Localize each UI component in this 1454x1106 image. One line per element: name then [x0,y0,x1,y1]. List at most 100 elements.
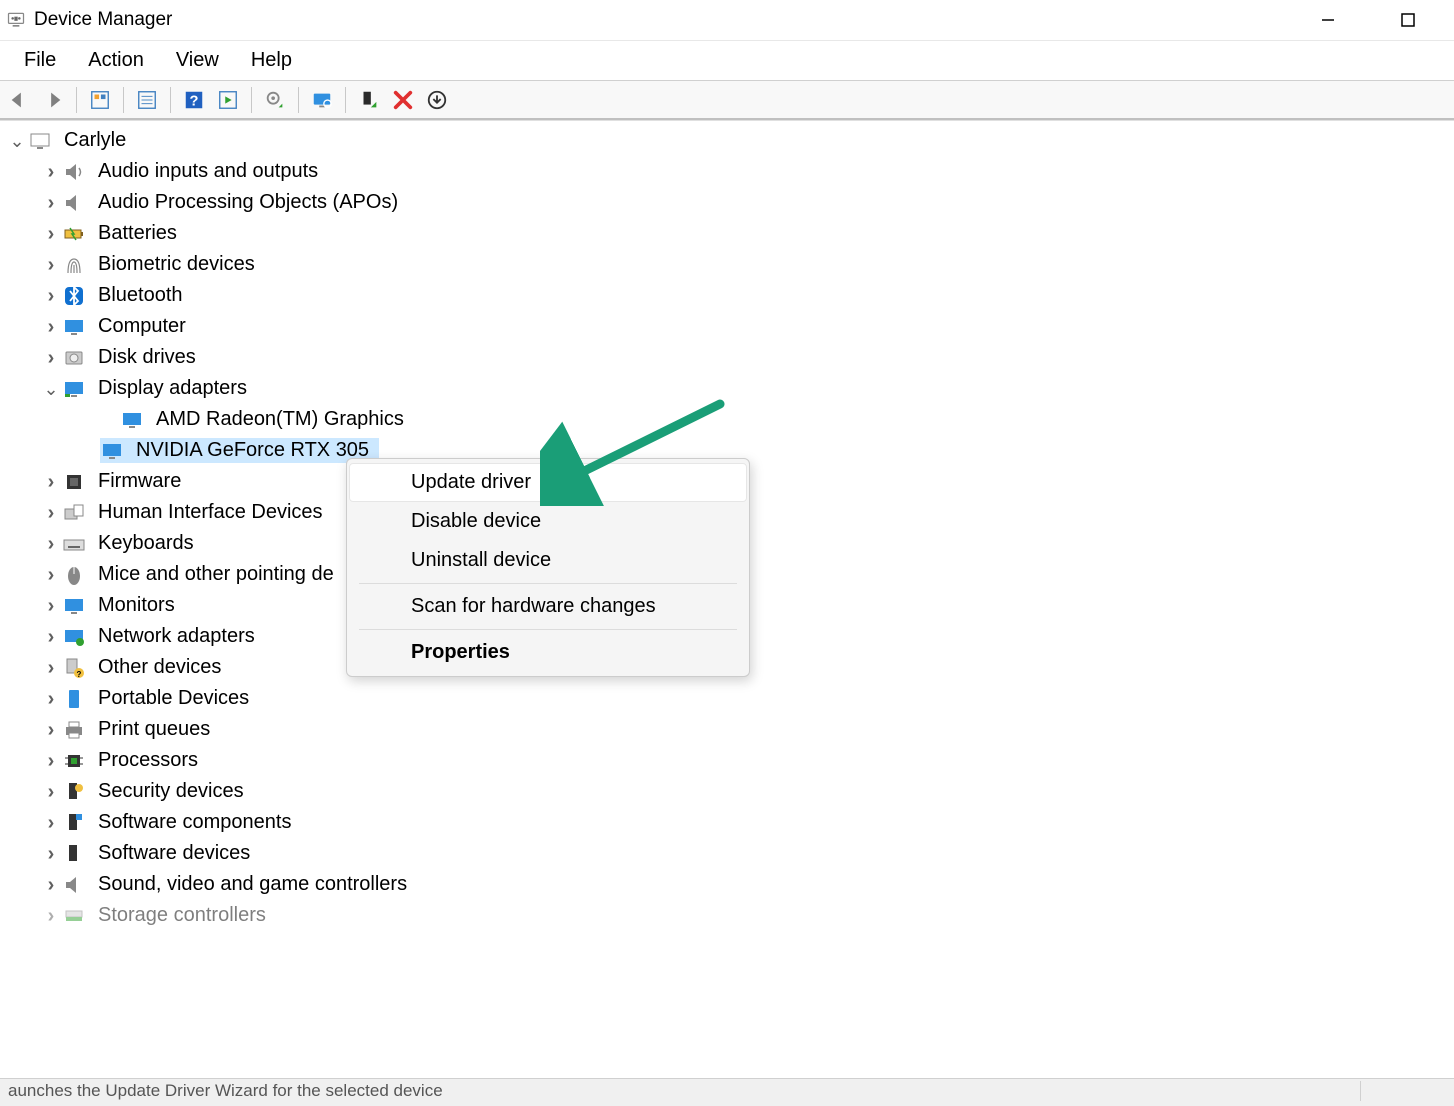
expand-icon[interactable] [42,659,60,677]
expand-icon[interactable] [42,318,60,336]
monitor-icon [62,315,86,339]
tree-item-security-devices[interactable]: Security devices [2,776,1452,807]
speaker-icon [62,160,86,184]
computer-icon [28,129,52,153]
toolbar-properties-button[interactable] [132,85,162,115]
context-update-driver[interactable]: Update driver [349,463,747,502]
storage-icon [62,904,86,928]
tree-root[interactable]: Carlyle [2,125,1452,156]
keyboard-icon [62,532,86,556]
tree-item-biometric[interactable]: Biometric devices [2,249,1452,280]
status-text: aunches the Update Driver Wizard for the… [8,1081,443,1100]
toolbar-separator [251,87,252,113]
bluetooth-icon [62,284,86,308]
toolbar-update-driver-button[interactable] [260,85,290,115]
context-properties[interactable]: Properties [349,633,747,672]
tree-item-software-components[interactable]: Software components [2,807,1452,838]
tree-item-display-adapters[interactable]: Display adapters [2,373,1452,404]
toolbar-separator [76,87,77,113]
expand-icon[interactable] [42,535,60,553]
chip-icon [62,470,86,494]
expand-icon[interactable] [8,132,26,150]
menu-bar: File Action View Help [0,40,1454,80]
context-menu: Update driver Disable device Uninstall d… [346,458,750,677]
monitor-icon [62,594,86,618]
window-title: Device Manager [34,9,172,31]
expand-icon[interactable] [42,287,60,305]
tree-item-batteries[interactable]: Batteries [2,218,1452,249]
tree-item-audio-inputs[interactable]: Audio inputs and outputs [2,156,1452,187]
expand-icon[interactable] [42,225,60,243]
toolbar-scan-button[interactable] [307,85,337,115]
toolbar-back-button[interactable] [4,85,34,115]
tree-item-storage-controllers[interactable]: Storage controllers [2,900,1452,931]
speaker-icon [62,191,86,215]
expand-icon[interactable] [42,349,60,367]
expand-icon[interactable] [42,566,60,584]
status-grip [1360,1081,1450,1101]
context-separator [359,629,737,630]
expand-icon[interactable] [42,256,60,274]
context-scan-hardware[interactable]: Scan for hardware changes [349,587,747,626]
tree-item-amd-radeon[interactable]: AMD Radeon(TM) Graphics [2,404,1452,435]
tree-item-apo[interactable]: Audio Processing Objects (APOs) [2,187,1452,218]
expand-icon[interactable] [42,163,60,181]
expand-icon[interactable] [42,752,60,770]
expand-icon[interactable] [42,721,60,739]
device-manager-icon [6,10,26,30]
menu-action[interactable]: Action [72,45,160,76]
menu-help[interactable]: Help [235,45,308,76]
mouse-icon [62,563,86,587]
toolbar-all-devices-button[interactable] [85,85,115,115]
battery-icon [62,222,86,246]
toolbar-help-button[interactable]: ? [179,85,209,115]
tree-item-portable-devices[interactable]: Portable Devices [2,683,1452,714]
expand-icon[interactable] [42,504,60,522]
software-components-icon [62,811,86,835]
context-disable-device[interactable]: Disable device [349,502,747,541]
tree-item-print-queues[interactable]: Print queues [2,714,1452,745]
expand-icon[interactable] [42,690,60,708]
toolbar-disable-button[interactable] [422,85,452,115]
display-adapter-icon [100,439,124,463]
tree-item-computer[interactable]: Computer [2,311,1452,342]
expand-icon[interactable] [42,814,60,832]
title-bar: Device Manager [0,0,1454,40]
tree-item-processors[interactable]: Processors [2,745,1452,776]
maximize-button[interactable] [1388,5,1428,35]
toolbar-action-button[interactable] [213,85,243,115]
status-bar: aunches the Update Driver Wizard for the… [0,1078,1454,1106]
expand-icon[interactable] [42,380,60,398]
speaker-icon [62,873,86,897]
display-adapter-icon [120,408,144,432]
expand-icon[interactable] [42,194,60,212]
tree-item-software-devices[interactable]: Software devices [2,838,1452,869]
context-uninstall-device[interactable]: Uninstall device [349,541,747,580]
menu-file[interactable]: File [8,45,72,76]
hid-icon [62,501,86,525]
svg-text:?: ? [190,93,199,109]
printer-icon [62,718,86,742]
toolbar-uninstall-button[interactable] [388,85,418,115]
menu-view[interactable]: View [160,45,235,76]
tree-item-disk-drives[interactable]: Disk drives [2,342,1452,373]
expand-icon[interactable] [42,597,60,615]
software-devices-icon [62,842,86,866]
expand-icon[interactable] [42,628,60,646]
expand-icon[interactable] [42,783,60,801]
expand-icon[interactable] [42,473,60,491]
expand-icon[interactable] [42,845,60,863]
cpu-icon [62,749,86,773]
toolbar-separator [345,87,346,113]
tree-root-label: Carlyle [60,128,130,153]
toolbar-forward-button[interactable] [38,85,68,115]
minimize-button[interactable] [1308,5,1348,35]
toolbar-enable-button[interactable] [354,85,384,115]
expand-icon[interactable] [42,876,60,894]
disk-icon [62,346,86,370]
toolbar-separator [298,87,299,113]
tree-item-sound-video-game[interactable]: Sound, video and game controllers [2,869,1452,900]
tree-item-bluetooth[interactable]: Bluetooth [2,280,1452,311]
expand-icon[interactable] [42,907,60,925]
context-separator [359,583,737,584]
